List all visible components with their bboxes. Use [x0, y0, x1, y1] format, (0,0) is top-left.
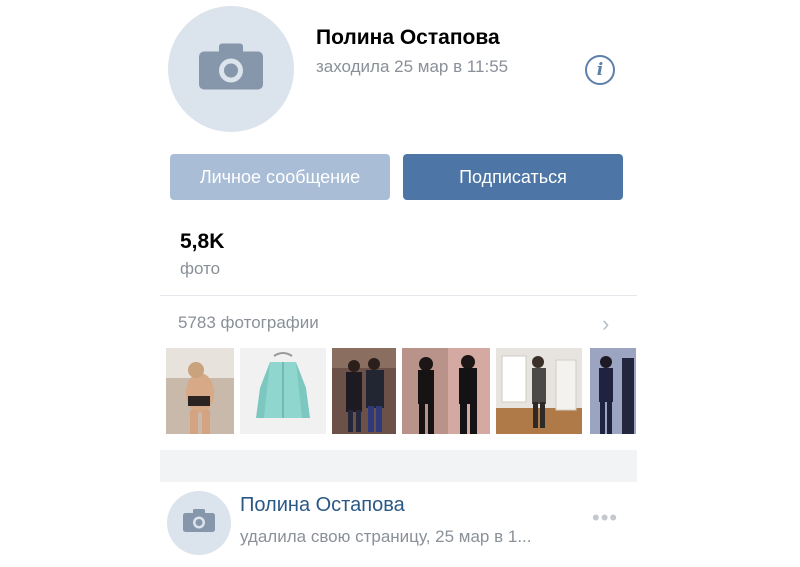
photos-count-label: фото	[180, 259, 221, 278]
more-options-icon[interactable]: •••	[592, 505, 618, 531]
info-icon[interactable]: i	[585, 55, 615, 85]
camera-icon	[199, 43, 263, 95]
profile-avatar[interactable]	[168, 6, 294, 132]
photo-thumbnail[interactable]	[332, 348, 396, 434]
private-message-button[interactable]: Личное сообщение	[170, 154, 390, 200]
post-author-avatar[interactable]	[167, 491, 231, 555]
photo-thumbnail[interactable]	[448, 348, 490, 434]
camera-icon	[183, 509, 215, 537]
photo-thumbnail[interactable]	[496, 348, 582, 434]
photos-count-value[interactable]: 5,8K	[180, 230, 224, 254]
section-divider	[160, 295, 637, 296]
photos-section-header[interactable]: 5783 фотографии	[178, 313, 319, 333]
profile-name: Полина Остапова	[316, 26, 500, 49]
photo-thumbnail[interactable]	[402, 348, 452, 434]
photo-thumbnail[interactable]	[590, 348, 636, 434]
last-seen-status: заходила 25 мар в 11:55	[316, 57, 509, 76]
photo-thumbnail[interactable]	[166, 348, 234, 434]
subscribe-button[interactable]: Подписаться	[403, 154, 623, 200]
section-separator	[160, 450, 637, 482]
post-author-name[interactable]: Полина Остапова	[240, 494, 405, 517]
photo-thumbnail[interactable]	[240, 348, 326, 434]
chevron-right-icon[interactable]: ›	[602, 311, 609, 337]
post-text: удалила свою страницу, 25 мар в 1...	[240, 527, 532, 546]
